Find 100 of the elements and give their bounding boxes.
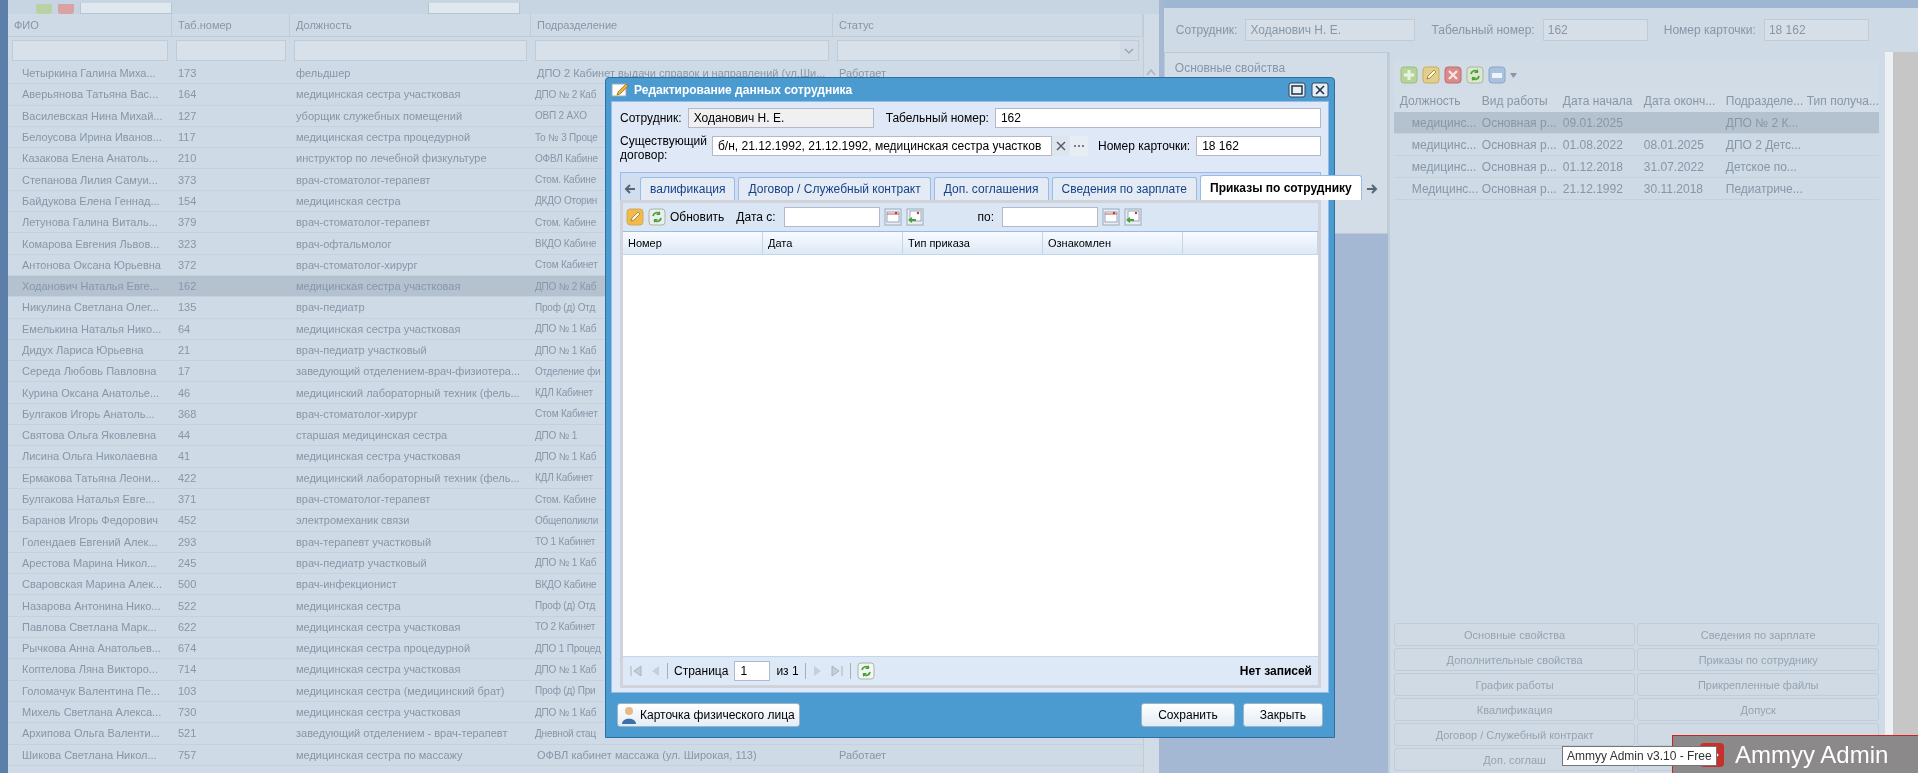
table-cell-text: 01.12.2018 <box>1561 159 1624 174</box>
table-cell-text: ВКДО Кабине <box>534 578 597 590</box>
section-button[interactable]: График работы <box>1393 673 1636 696</box>
table-cell-text: 21.12.1992 <box>1561 181 1624 196</box>
text-field[interactable]: 18 162 <box>1763 19 1869 41</box>
table-cell-text: медицинская сестра участковая <box>295 706 461 719</box>
table-cell-text: Работает <box>838 748 887 761</box>
column-header[interactable]: Должность <box>1393 94 1476 108</box>
table-cell-text: 64 <box>177 322 191 335</box>
table-cell-text: Медицинс... <box>1410 181 1476 196</box>
table-cell-text: Назарова Антонина Нико... <box>21 599 161 612</box>
table-cell-text: медицинская сестра процедурной <box>295 131 471 144</box>
table-cell-text: Стом. Кабине <box>534 174 597 186</box>
tab[interactable]: Сведения по зарплате <box>1051 177 1198 200</box>
section-button[interactable]: Квалификация <box>1393 698 1636 721</box>
section-button[interactable]: Допуск <box>1637 698 1879 721</box>
text-field[interactable]: б/н, 21.12.1992, 21.12.1992, медицинская сестра участков <box>712 136 1052 156</box>
table-cell-text: медицинская сестра (медицинский брат) <box>295 684 505 697</box>
column-header[interactable]: Подразделе... <box>1719 94 1801 108</box>
column-header[interactable]: Ознакомлен <box>1043 232 1183 254</box>
table-cell-text: 44 <box>177 429 191 442</box>
table-cell-text: Булгаков Игорь Анатоль... <box>21 407 155 420</box>
table-cell-text: ТО 1 Кабинет <box>534 536 596 548</box>
table-row[interactable]: медицинс... Основная р... 01.08.2022 08.01.2025 ДПО 2 Детс... <box>1393 134 1879 156</box>
tab[interactable]: Приказы по сотруднику <box>1200 175 1362 200</box>
tab[interactable]: валификация <box>640 177 736 200</box>
page-field[interactable]: 1 <box>734 661 771 681</box>
text-field[interactable]: Ходанович Н. Е. <box>1245 19 1416 41</box>
text-field[interactable]: 162 <box>994 108 1321 128</box>
table-cell-text: врач-стоматолог-хирург <box>295 407 418 420</box>
field-label: Номер карточки: <box>1663 23 1756 37</box>
column-header[interactable]: ФИО <box>8 14 172 36</box>
table-cell-text: Лисина Ольга Николаевна <box>21 450 158 463</box>
section-button[interactable]: Договор / Служебный контракт <box>1393 723 1636 746</box>
section-button[interactable]: Прикрепленные файлы <box>1637 673 1879 696</box>
table-cell-text: врач-стоматолог-терапевт <box>295 173 431 186</box>
column-header[interactable]: Подразделение <box>531 14 833 36</box>
table-cell-text: Булгакова Наталья Евге... <box>21 493 155 506</box>
column-header[interactable]: Должность <box>290 14 531 36</box>
table-cell-text: ДПО 1 Процед <box>534 642 601 654</box>
table-cell-text: медицинская сестра участковая <box>295 450 461 463</box>
tab[interactable]: Договор / Служебный контракт <box>738 177 931 200</box>
table-cell-text: медицинский лабораторный техник (фель... <box>295 386 520 399</box>
column-header[interactable]: Дата начала <box>1556 94 1638 108</box>
dialog-button[interactable]: Закрыть <box>1242 703 1323 727</box>
table-cell-text: инструктор по лечебной физкультуре <box>295 152 487 165</box>
column-header[interactable]: Тип приказа <box>903 232 1043 254</box>
pager-label: Страница <box>674 664 729 678</box>
section-button[interactable]: Дополнительные свойства <box>1393 648 1636 671</box>
column-header[interactable]: Статус <box>833 14 1143 36</box>
table-cell-text: Казакова Елена Анатоль... <box>21 152 158 165</box>
dialog-button[interactable]: Сохранить <box>1141 703 1235 727</box>
table-cell-text: 117 <box>177 131 196 144</box>
column-header[interactable]: Дата оконч... <box>1637 94 1720 108</box>
text-field[interactable]: Ходанович Н. Е. <box>687 108 874 128</box>
table-row[interactable]: Шикова Светлана Никол... 757 медицинская сестра по массажу ОФВЛ кабинет массажа (ул. Широкая, 113) Работает <box>8 744 1143 766</box>
tab[interactable]: Доп. соглашения <box>933 177 1049 200</box>
table-cell-text: врач-стоматолог-терапевт <box>295 493 431 506</box>
toolbar-label[interactable]: Обновить <box>670 210 725 224</box>
section-button[interactable]: Основные свойства <box>1393 623 1636 646</box>
table-cell-text: медицинс... <box>1410 137 1476 152</box>
table-cell-text: медицинская сестра участковая <box>295 88 461 101</box>
table-row[interactable]: Медицинс... Основная р... 21.12.1992 30.11.2018 Педиатриче... <box>1393 178 1879 200</box>
table-cell-text: Рычкова Анна Анатольев... <box>21 642 161 655</box>
table-cell-text: Голендаев Евгений Алек... <box>21 535 158 548</box>
table-cell-text: ДПО № 1 Каб <box>534 557 597 569</box>
table-cell-text: врач-стоматолог-хирург <box>295 258 418 271</box>
table-cell-text: КДЛ Кабинет <box>534 387 593 399</box>
table-cell-text: 245 <box>177 556 197 569</box>
table-cell-text: Байдукова Елена Геннад... <box>21 194 160 207</box>
nav-item[interactable]: Основные свойства <box>1174 61 1377 75</box>
table-cell-text: ДПО № 2 Каб <box>534 88 597 100</box>
text-field[interactable]: 18 162 <box>1196 136 1321 156</box>
table-cell-text: 757 <box>177 748 197 761</box>
table-cell-text: Белоусова Ирина Иванов... <box>21 131 162 144</box>
column-header[interactable]: Номер <box>623 232 763 254</box>
table-cell-text: Арестова Марина Никол... <box>21 556 157 569</box>
table-cell-text: Основная р... <box>1480 159 1557 174</box>
table-cell-text: 371 <box>177 493 197 506</box>
table-cell-text: Степанова Лилия Самуи... <box>21 173 158 186</box>
column-header[interactable]: Таб.номер <box>172 14 290 36</box>
table-cell-text: 164 <box>177 88 197 101</box>
table-cell-text: 674 <box>177 642 197 655</box>
column-header[interactable]: Дата <box>763 232 903 254</box>
table-cell-text: 730 <box>177 706 197 719</box>
table-cell-text: 368 <box>177 407 197 420</box>
table-cell-text: ОВП 2 АХО <box>534 110 587 122</box>
table-cell-text: ДПО № 1 Каб <box>534 323 597 335</box>
text-field[interactable]: 162 <box>1542 19 1648 41</box>
person-card-button[interactable]: Карточка физического лица <box>617 703 800 727</box>
table-cell-text: 173 <box>177 67 197 80</box>
table-cell-text: КДЛ Кабинет <box>534 472 593 484</box>
table-cell-text: медицинская сестра участковая <box>295 322 461 335</box>
table-cell-text: Стом Кабинет <box>534 259 598 271</box>
table-cell-text: 323 <box>177 237 197 250</box>
column-header[interactable]: Вид работы <box>1475 94 1557 108</box>
table-cell-text: Шикова Светлана Никол... <box>21 748 157 761</box>
table-cell-text: Дневной стац <box>534 727 596 739</box>
table-row[interactable]: медицинс... Основная р... 01.12.2018 31.07.2022 Детское по... <box>1393 156 1879 178</box>
table-cell-text: 103 <box>177 684 197 697</box>
